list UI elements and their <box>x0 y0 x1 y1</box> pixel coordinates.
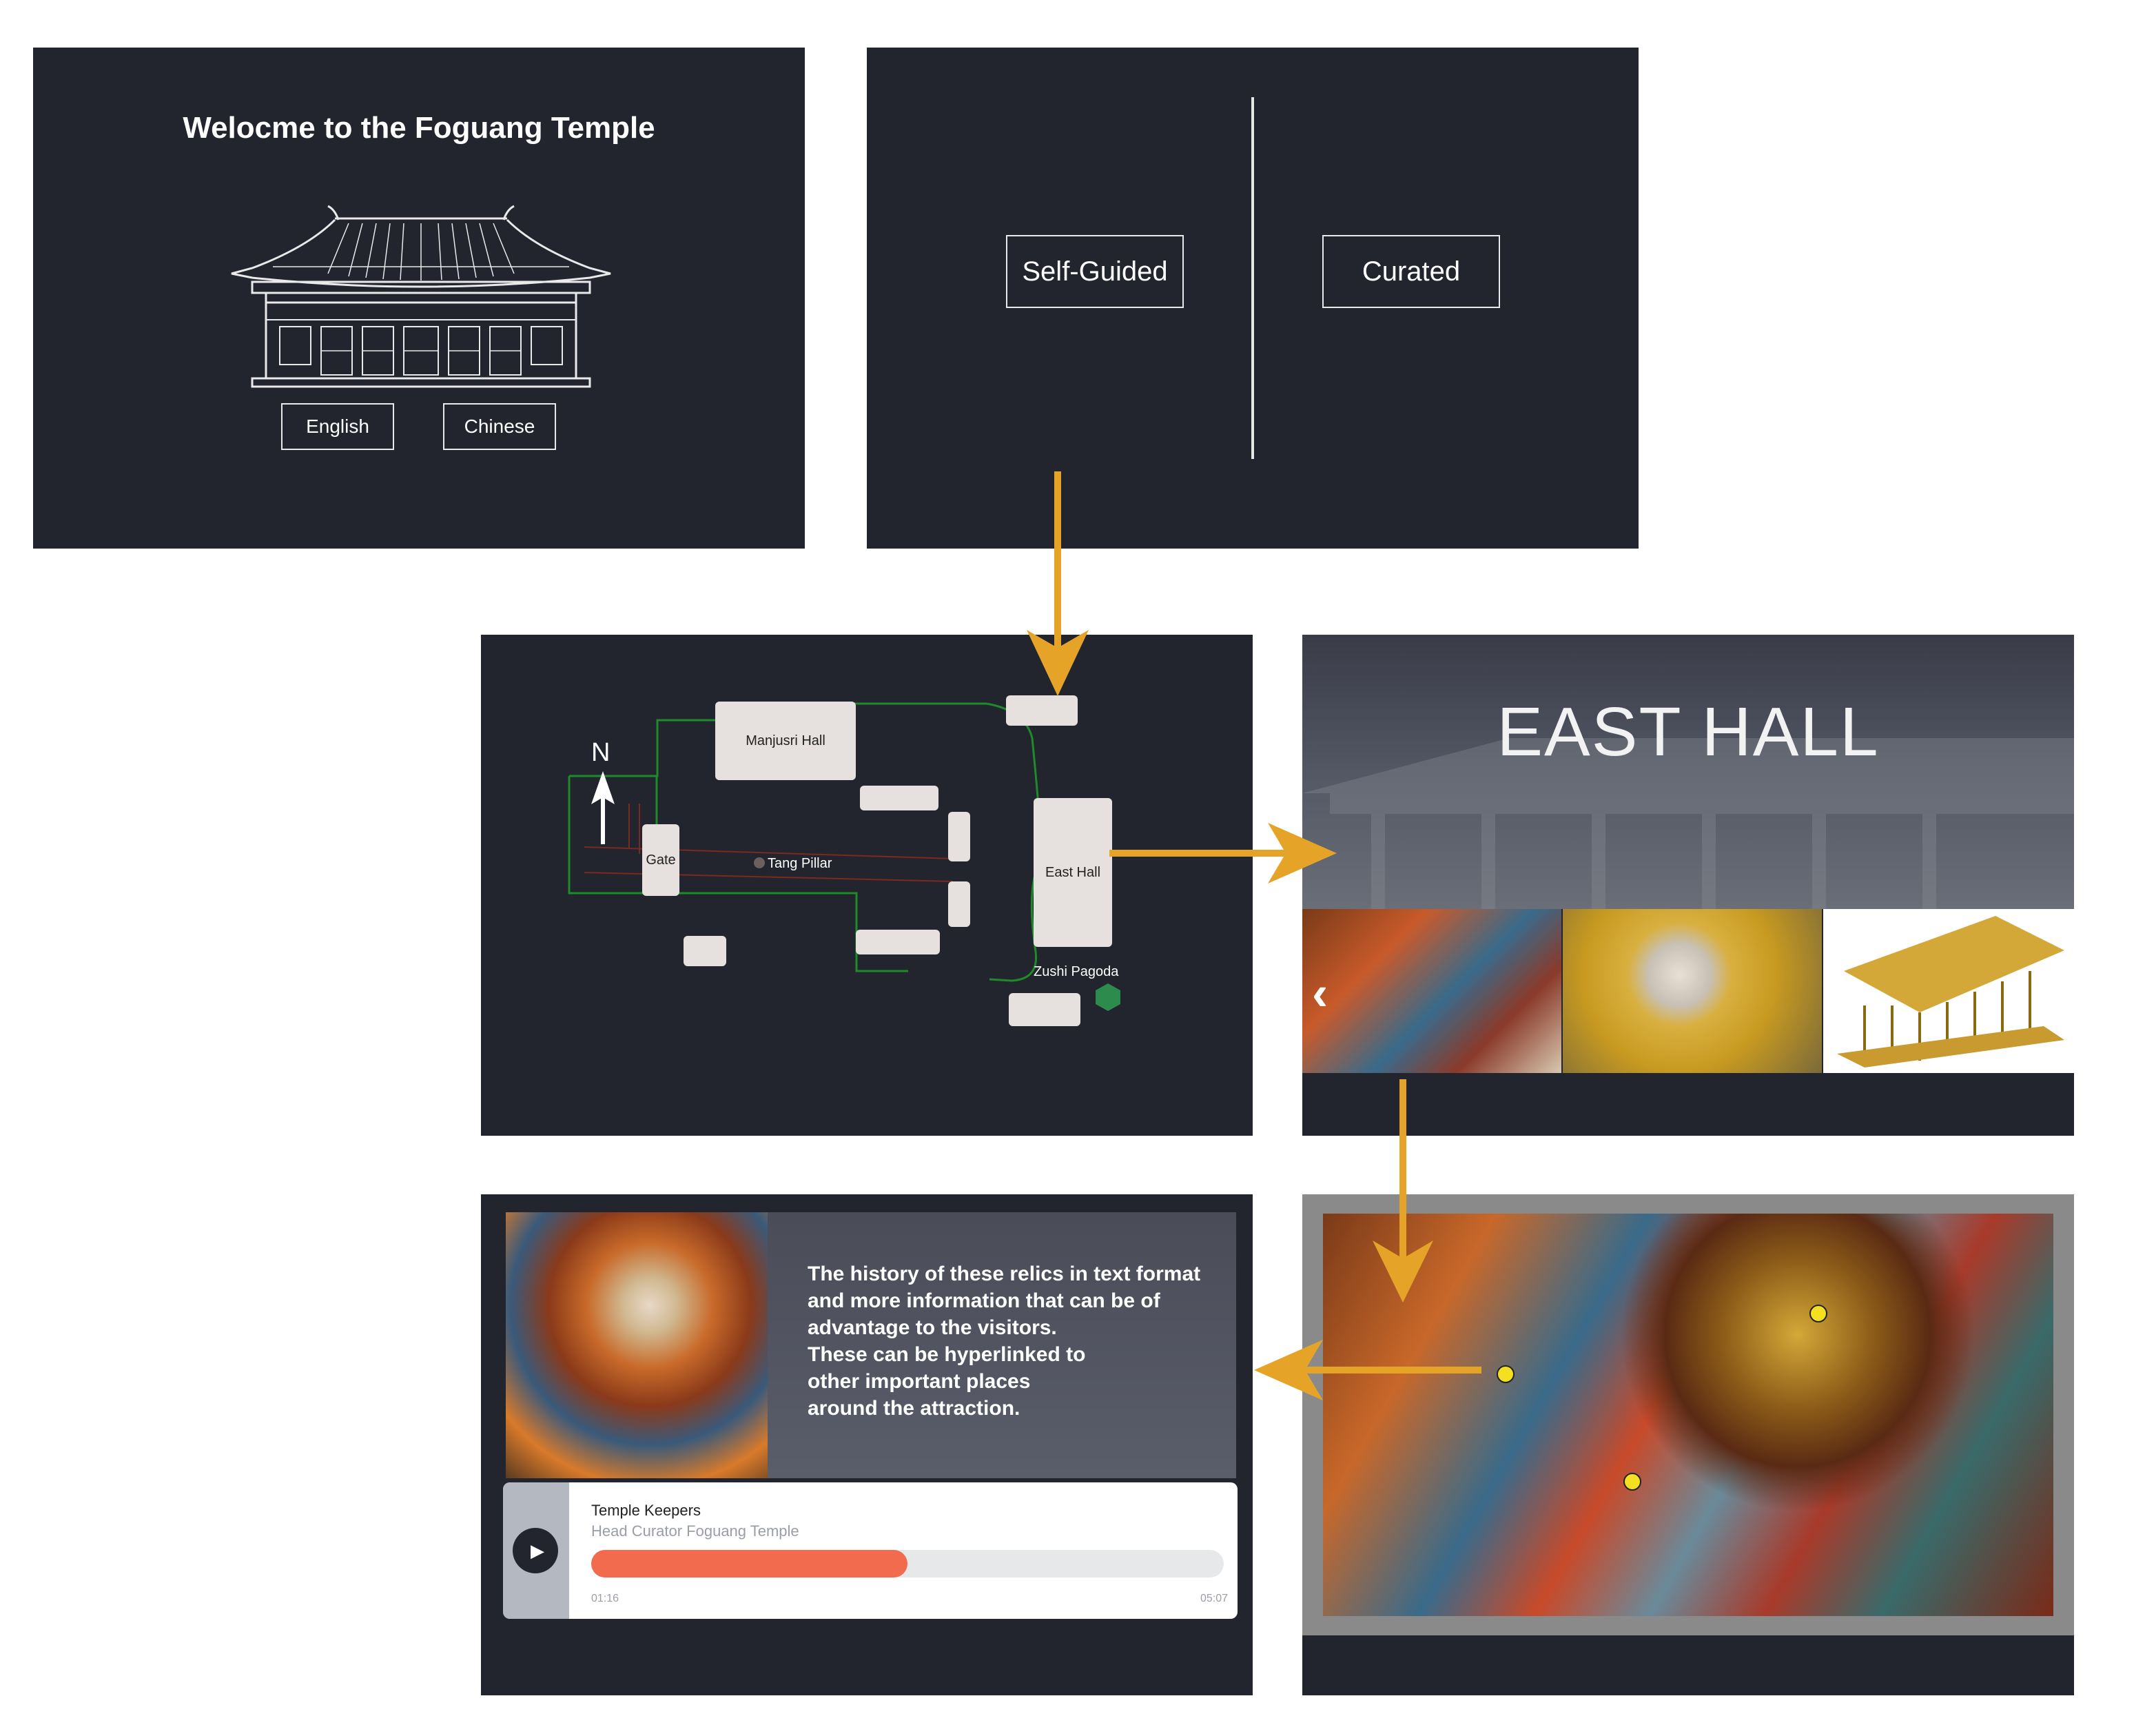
flow-arrows <box>1027 471 1481 1400</box>
